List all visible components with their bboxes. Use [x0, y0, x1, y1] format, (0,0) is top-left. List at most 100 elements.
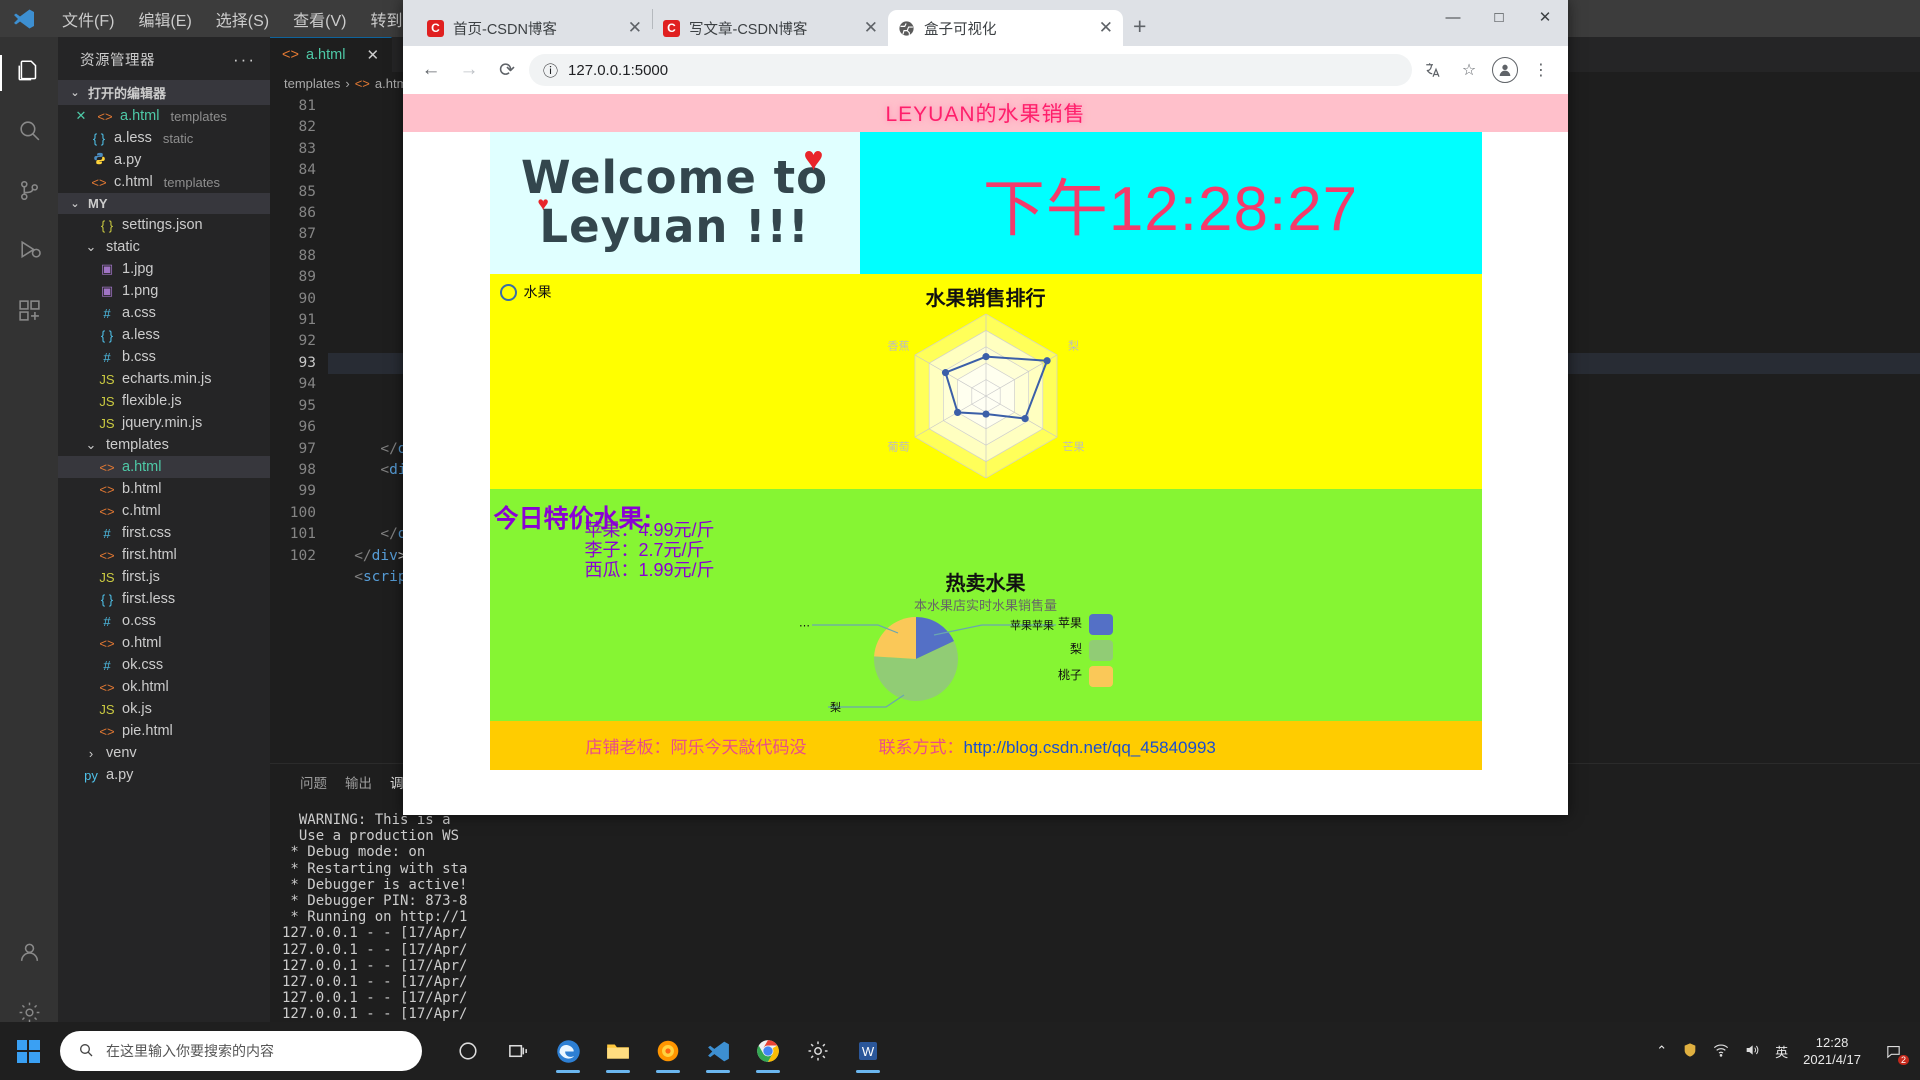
open-editors-section[interactable]: ⌄ 打开的编辑器	[58, 80, 270, 105]
tree-file-b-html[interactable]: <>b.html	[58, 478, 270, 500]
pie-slice[interactable]	[874, 617, 916, 659]
tree-file-pie-html[interactable]: <>pie.html	[58, 720, 270, 742]
settings-icon[interactable]	[794, 1026, 842, 1076]
open-editor-c-html[interactable]: <> c.html templates	[58, 171, 270, 193]
close-icon[interactable]: ✕	[864, 18, 878, 38]
chrome-icon[interactable]	[744, 1026, 792, 1076]
new-tab-button[interactable]: +	[1133, 13, 1146, 40]
tree-file-echarts-min-js[interactable]: JSecharts.min.js	[58, 368, 270, 390]
tree-file-flexible-js[interactable]: JSflexible.js	[58, 390, 270, 412]
breadcrumb-folder[interactable]: templates	[284, 76, 340, 91]
pie-legend-swatch[interactable]	[1089, 666, 1113, 687]
security-icon[interactable]	[1682, 1042, 1698, 1061]
tree-file-first-html[interactable]: <>first.html	[58, 544, 270, 566]
cortana-icon[interactable]	[444, 1026, 492, 1076]
bookmark-star-icon[interactable]: ☆	[1454, 55, 1484, 85]
back-button[interactable]: ←	[415, 54, 447, 86]
tree-file-jquery-min-js[interactable]: JSjquery.min.js	[58, 412, 270, 434]
taskview-icon[interactable]	[494, 1026, 542, 1076]
menu-file[interactable]: 文件(F)	[50, 3, 126, 35]
tree-file-a-html[interactable]: <>a.html	[58, 456, 270, 478]
tree-file-1-jpg[interactable]: ▣1.jpg	[58, 258, 270, 280]
tree-file-ok-js[interactable]: JSok.js	[58, 698, 270, 720]
tree-folder-static[interactable]: ⌄static	[58, 236, 270, 258]
chrome-tab-0[interactable]: C 首页-CSDN博客 ✕	[417, 10, 652, 46]
open-editor-a-py[interactable]: a.py	[58, 149, 270, 171]
vscode-icon[interactable]	[694, 1026, 742, 1076]
address-bar[interactable]: ⓘ 127.0.0.1:5000	[529, 54, 1412, 86]
close-icon[interactable]: ✕	[628, 18, 642, 38]
tree-file-b-css[interactable]: #b.css	[58, 346, 270, 368]
tree-file-o-html[interactable]: <>o.html	[58, 632, 270, 654]
tree-file-c-html[interactable]: <>c.html	[58, 500, 270, 522]
chevron-up-icon[interactable]: ⌃	[1656, 1043, 1667, 1059]
pie-legend-label[interactable]: 苹果	[1057, 616, 1081, 630]
radar-data-point[interactable]	[941, 369, 948, 376]
tree-file-ok-html[interactable]: <>ok.html	[58, 676, 270, 698]
taskbar-clock[interactable]: 12:28 2021/4/17	[1803, 1034, 1861, 1068]
close-button[interactable]: ✕	[1522, 0, 1568, 34]
notification-button[interactable]: 2	[1876, 1031, 1910, 1071]
translate-icon[interactable]	[1418, 55, 1448, 85]
radar-data-point[interactable]	[953, 409, 960, 416]
explorer-icon[interactable]	[594, 1026, 642, 1076]
tree-file-o-css[interactable]: #o.css	[58, 610, 270, 632]
pie-legend-label[interactable]: 梨	[1069, 642, 1081, 656]
panel-tab-problems[interactable]: 问题	[300, 772, 327, 792]
pie-legend-swatch[interactable]	[1089, 614, 1113, 635]
pie-legend-swatch[interactable]	[1089, 640, 1113, 661]
radar-data-point[interactable]	[1021, 415, 1028, 422]
tree-file-a-less[interactable]: { }a.less	[58, 324, 270, 346]
maximize-button[interactable]: □	[1476, 0, 1522, 34]
project-section[interactable]: ⌄ MY	[58, 193, 270, 214]
tree-file-a-css[interactable]: #a.css	[58, 302, 270, 324]
taskbar-search[interactable]: 在这里输入你要搜索的内容	[60, 1031, 422, 1071]
radar-data-point[interactable]	[982, 353, 989, 360]
tree-folder-venv[interactable]: ›venv	[58, 742, 270, 764]
radar-chart[interactable]: 苹果梨芒果李子葡萄香蕉	[856, 304, 1116, 494]
start-button[interactable]	[0, 1022, 56, 1080]
open-editor-a-less[interactable]: { } a.less static	[58, 127, 270, 149]
profile-avatar[interactable]	[1490, 55, 1520, 85]
chrome-menu-icon[interactable]: ⋮	[1526, 55, 1556, 85]
edge-icon[interactable]	[544, 1026, 592, 1076]
activity-source-control[interactable]	[0, 163, 58, 223]
explorer-more-icon[interactable]: ···	[233, 50, 256, 70]
pie-legend-label[interactable]: 桃子	[1057, 667, 1081, 682]
close-icon[interactable]: ✕	[1099, 18, 1113, 38]
close-icon[interactable]: ✕	[72, 108, 90, 124]
volume-icon[interactable]	[1744, 1042, 1760, 1061]
editor-tab-a-html[interactable]: <> a.html ✕	[270, 37, 392, 72]
terminal-output[interactable]: WARNING: This is a Use a production WS *…	[270, 798, 1920, 1042]
word-icon[interactable]: W	[844, 1026, 892, 1076]
tree-file-a-py[interactable]: pya.py	[58, 764, 270, 786]
activity-run-debug[interactable]	[0, 223, 58, 283]
pie-chart[interactable]: 苹果苹果梨⋯苹果梨桃子	[786, 607, 1186, 721]
menu-view[interactable]: 查看(V)	[281, 3, 358, 35]
tree-file-first-css[interactable]: #first.css	[58, 522, 270, 544]
tree-file-settings-json[interactable]: { }settings.json	[58, 214, 270, 236]
ime-indicator[interactable]: 英	[1775, 1042, 1788, 1061]
menu-edit[interactable]: 编辑(E)	[126, 3, 203, 35]
menu-selection[interactable]: 选择(S)	[204, 3, 281, 35]
forward-button[interactable]: →	[453, 54, 485, 86]
network-icon[interactable]	[1713, 1042, 1729, 1061]
tree-file-first-less[interactable]: { }first.less	[58, 588, 270, 610]
close-icon[interactable]: ✕	[366, 46, 379, 64]
minimize-button[interactable]: —	[1430, 0, 1476, 34]
site-info-icon[interactable]: ⓘ	[543, 60, 558, 81]
footer-contact-link[interactable]: http://blog.csdn.net/qq_45840993	[964, 738, 1216, 757]
chrome-tab-2[interactable]: 盒子可视化 ✕	[888, 10, 1123, 46]
radar-data-point[interactable]	[1043, 357, 1050, 364]
tree-file-ok-css[interactable]: #ok.css	[58, 654, 270, 676]
chrome-tab-1[interactable]: C 写文章-CSDN博客 ✕	[653, 10, 888, 46]
activity-account[interactable]	[0, 925, 58, 985]
open-editor-a-html[interactable]: ✕ <> a.html templates	[58, 105, 270, 127]
activity-search[interactable]	[0, 103, 58, 163]
tree-folder-templates[interactable]: ⌄templates	[58, 434, 270, 456]
radar-data-point[interactable]	[982, 410, 989, 417]
activity-extensions[interactable]	[0, 283, 58, 343]
tree-file-1-png[interactable]: ▣1.png	[58, 280, 270, 302]
panel-tab-output[interactable]: 输出	[345, 772, 372, 792]
firefox-icon[interactable]	[644, 1026, 692, 1076]
